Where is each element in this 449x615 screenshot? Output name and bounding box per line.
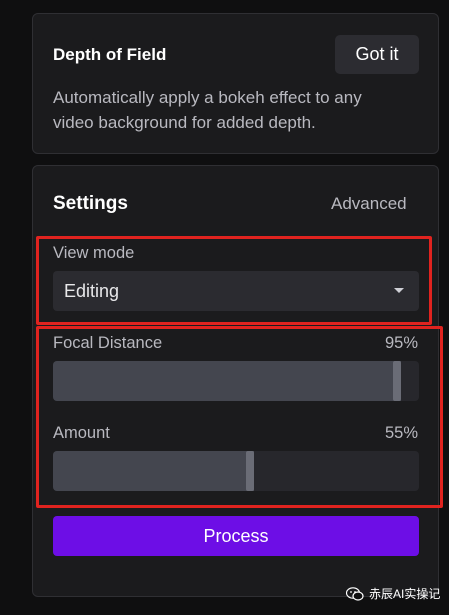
amount-value: 55% xyxy=(384,424,418,442)
view-mode-label: View mode xyxy=(53,244,135,262)
chevron-down-icon xyxy=(394,288,404,293)
settings-card: Settings Advanced View mode Editing Foca… xyxy=(32,165,439,597)
focal-distance-handle[interactable] xyxy=(393,361,401,401)
depth-of-field-description: Automatically apply a bokeh effect to an… xyxy=(53,88,362,132)
amount-slider[interactable] xyxy=(53,451,419,491)
focal-distance-value: 95% xyxy=(384,334,418,352)
amount-label: Amount xyxy=(53,424,110,442)
view-mode-value: Editing xyxy=(64,281,120,301)
focal-distance-fill xyxy=(53,361,401,401)
watermark-text: 赤辰AI实操记 xyxy=(369,587,441,601)
wechat-icon xyxy=(346,586,364,601)
got-it-button[interactable]: Got it xyxy=(335,35,419,74)
depth-of-field-title: Depth of Field xyxy=(53,45,167,64)
view-mode-select[interactable]: Editing xyxy=(53,271,419,311)
amount-fill xyxy=(53,451,254,491)
settings-title: Settings xyxy=(53,193,128,214)
advanced-link[interactable]: Advanced xyxy=(331,194,407,214)
watermark: 赤辰AI实操记 xyxy=(346,585,440,602)
focal-distance-label: Focal Distance xyxy=(53,334,163,352)
process-button[interactable]: Process xyxy=(53,516,419,556)
amount-handle[interactable] xyxy=(246,451,254,491)
focal-distance-slider[interactable] xyxy=(53,361,419,401)
depth-of-field-card: Depth of Field Got it Automatically appl… xyxy=(32,13,439,154)
